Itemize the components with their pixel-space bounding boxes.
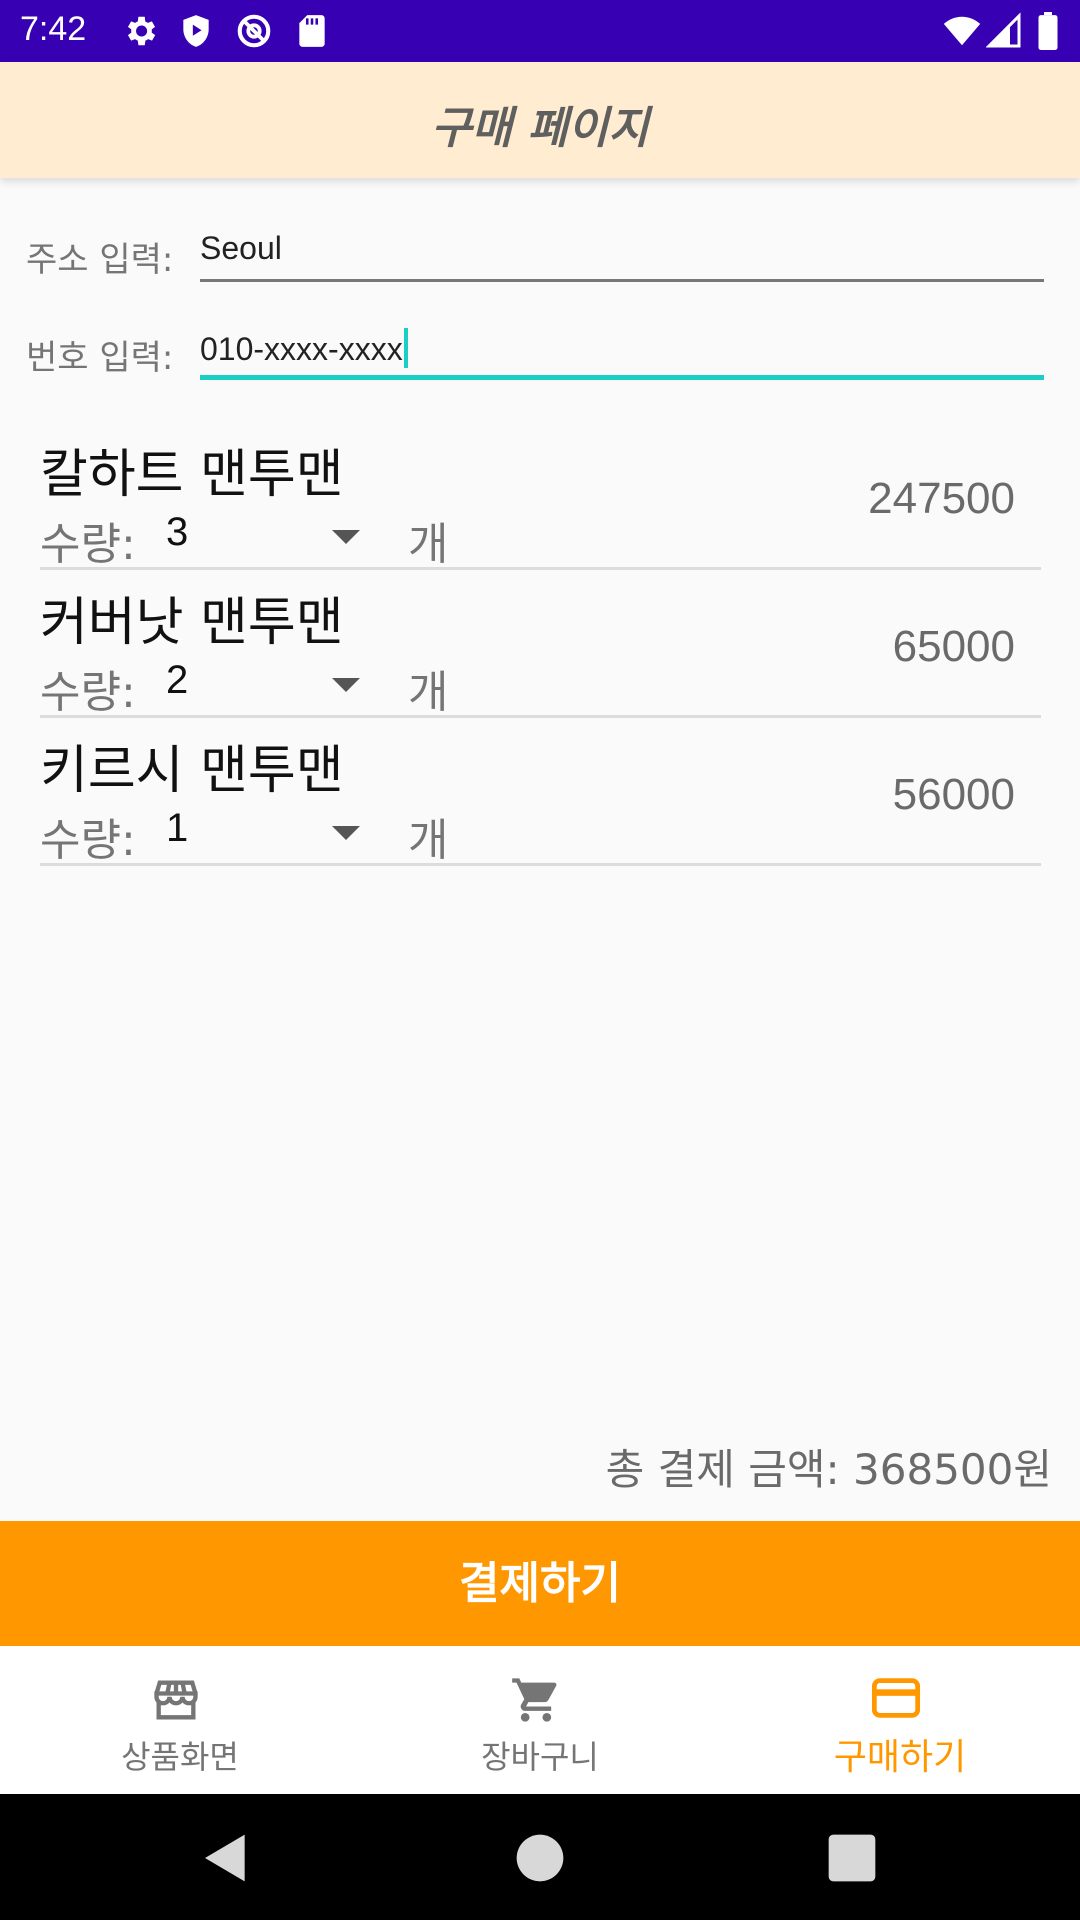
qty-label: 수량: [40, 815, 136, 866]
pay-button[interactable]: 결제하기 [0, 1521, 1080, 1646]
qty-label: 수량: [40, 667, 136, 718]
unit-label: 개 [408, 815, 449, 866]
address-label: 주소 입력: [26, 240, 174, 280]
item-price: 65000 [892, 622, 1015, 671]
qty-value: 3 [166, 510, 189, 554]
phone-input-value: 010-xxxx-xxxx [200, 331, 403, 367]
phone-label: 번호 입력: [26, 338, 174, 378]
play-protect-icon [183, 15, 209, 47]
text-caret [403, 328, 408, 368]
total-amount: 총 결제 금액: 368500원 [605, 1445, 1052, 1494]
nav-label: 상품화면 [121, 1738, 239, 1776]
unit-label: 개 [408, 667, 449, 718]
nav-label: 구매하기 [833, 1737, 967, 1778]
qty-label: 수량: [40, 519, 136, 570]
qty-spinner[interactable] [160, 504, 410, 564]
qty-spinner[interactable] [160, 800, 410, 860]
list-item: 커버낫 맨투맨 수량: 2 개 65000 [40, 570, 1041, 718]
qty-spinner[interactable] [160, 652, 410, 712]
list-item: 칼하트 맨투맨 수량: 3 개 247500 [40, 422, 1041, 570]
item-name: 커버낫 맨투맨 [40, 593, 344, 653]
status-time: 7:42 [20, 10, 87, 48]
cart-icon [512, 1678, 557, 1722]
item-name: 키르시 맨투맨 [40, 741, 344, 801]
status-bar: 7:42 [0, 0, 1080, 62]
system-nav-bar [0, 1794, 1080, 1920]
sd-card-icon [299, 15, 325, 47]
back-icon[interactable] [198, 1830, 254, 1886]
recents-icon[interactable] [824, 1830, 880, 1886]
battery-icon [1038, 12, 1058, 50]
credit-card-icon [871, 1678, 921, 1718]
page-title: 구매 페이지 [431, 103, 649, 154]
bottom-nav: 상품화면 장바구니 구매하기 [0, 1646, 1080, 1794]
phone-input[interactable]: 010-xxxx-xxxx [200, 320, 1044, 380]
dropdown-arrow-icon[interactable] [332, 678, 360, 692]
item-price: 247500 [868, 474, 1015, 523]
unit-label: 개 [408, 519, 449, 570]
address-input[interactable]: Seoul [200, 222, 1044, 282]
nav-item-products[interactable]: 상품화면 [0, 1646, 360, 1794]
dropdown-arrow-icon[interactable] [332, 530, 360, 544]
list-item: 키르시 맨투맨 수량: 1 개 56000 [40, 718, 1041, 866]
qty-value: 1 [166, 806, 189, 850]
item-price: 56000 [892, 770, 1015, 819]
item-name: 칼하트 맨투맨 [40, 445, 344, 505]
wifi-icon [943, 16, 981, 46]
toolbar: 구매 페이지 [0, 62, 1080, 178]
data-saver-icon [237, 14, 271, 48]
signal-icon [986, 12, 1021, 48]
home-icon[interactable] [512, 1830, 568, 1886]
store-icon [154, 1680, 198, 1720]
qty-value: 2 [166, 658, 189, 702]
nav-item-cart[interactable]: 장바구니 [360, 1646, 720, 1794]
nav-item-purchase[interactable]: 구매하기 [720, 1646, 1080, 1794]
nav-label: 장바구니 [481, 1738, 599, 1776]
dropdown-arrow-icon[interactable] [332, 826, 360, 840]
settings-icon [127, 16, 156, 46]
